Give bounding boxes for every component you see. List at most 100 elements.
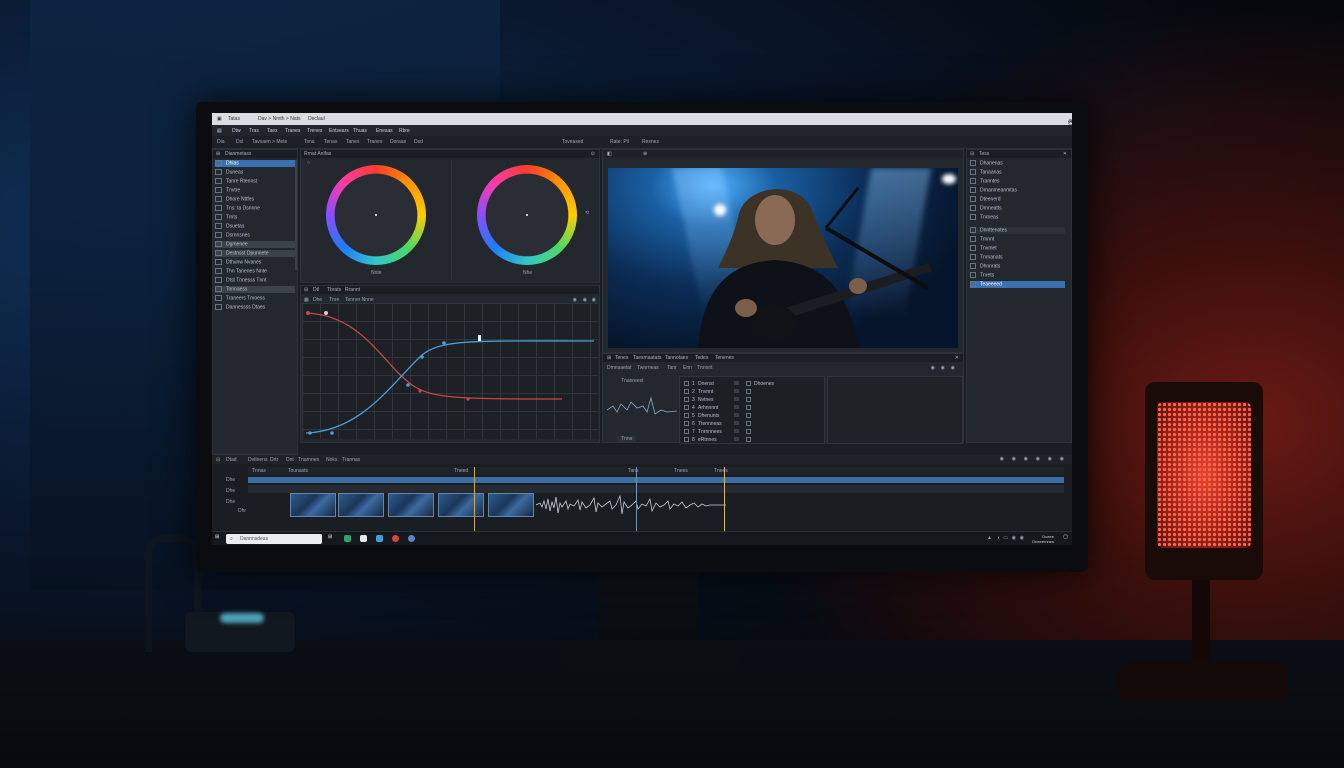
timeline-tab[interactable]: Dvtlnens	[248, 457, 267, 463]
timeline-tab[interactable]: Tnarnnes	[298, 457, 319, 463]
curve-point[interactable]	[306, 311, 310, 315]
scopes-icon[interactable]: ⊞	[607, 355, 611, 361]
scopes-tab[interactable]: Tedes	[695, 355, 708, 361]
scope-tool-icon[interactable]: ◉	[951, 365, 955, 371]
property-swatch[interactable]	[734, 413, 739, 417]
property-checkbox[interactable]	[684, 389, 689, 394]
media-pool-item[interactable]: Tns: ta Dsnnne	[215, 205, 295, 212]
toolbar-item[interactable]: Dsd	[414, 139, 423, 145]
property-swatch[interactable]	[734, 405, 739, 409]
video-clip[interactable]	[488, 493, 534, 517]
property-row[interactable]: 5 Dhenunts	[682, 412, 820, 419]
toolbar-item[interactable]: Doraas	[390, 139, 406, 145]
effects-item[interactable]: Dnnttenotes	[970, 227, 1065, 234]
wheel-picker-icon[interactable]: ⟲	[585, 210, 589, 216]
app-icon-red[interactable]	[392, 535, 399, 542]
scopes-option[interactable]: Dmnaaetat	[607, 365, 631, 371]
start-icon[interactable]: ⊞	[215, 534, 219, 540]
property-checkbox[interactable]	[684, 429, 689, 434]
property-swatch[interactable]	[734, 421, 739, 425]
property-row[interactable]: 2 Tnvnnt	[682, 388, 820, 395]
menu-item[interactable]: Trenes	[307, 128, 322, 134]
property-row[interactable]: 3 Nvtnes	[682, 396, 820, 403]
menu-item[interactable]: Enesas	[376, 128, 393, 134]
scopes-tab[interactable]: Tenes	[615, 355, 628, 361]
media-pool-item[interactable]: Tnvtre	[215, 187, 295, 194]
menu-item[interactable]: Tranes	[285, 128, 300, 134]
menu-item[interactable]: Dtw	[232, 128, 241, 134]
scopes-option[interactable]: Twnrneas	[637, 365, 659, 371]
property-row[interactable]: 8 eRtnnes	[682, 436, 820, 443]
timeline-tab[interactable]: Trannas	[342, 457, 360, 463]
scopes-option[interactable]: Enn	[683, 365, 692, 371]
scopes-option[interactable]: Tanr	[667, 365, 677, 371]
effects-item[interactable]: Tmnnt	[970, 236, 1065, 243]
curve-point[interactable]	[420, 355, 424, 359]
color-wheel-gain[interactable]	[477, 165, 577, 265]
timeline-tool-icon[interactable]: ◉	[1048, 456, 1052, 462]
video-clip[interactable]	[388, 493, 434, 517]
effects-item[interactable]: Drnneatts	[970, 205, 1065, 212]
audio-waveform[interactable]	[536, 493, 726, 517]
curves-tab[interactable]: Rrannt	[345, 287, 360, 293]
volume-icon[interactable]: ◗	[997, 535, 1000, 541]
scopes-option[interactable]: Tnnnnt	[697, 365, 713, 371]
timeline-tool-icon[interactable]: ◉	[1000, 456, 1004, 462]
curves-tab[interactable]: Dtl	[313, 287, 319, 293]
viewer-zoom-icon[interactable]: ⊕	[643, 151, 647, 157]
property-toggle-icon[interactable]	[746, 381, 751, 386]
color-wheel-lift[interactable]	[326, 165, 426, 265]
reset-icon[interactable]: ○	[307, 160, 310, 166]
collapse-icon[interactable]: ⊞	[216, 151, 220, 157]
effects-item[interactable]: Drnanmeanmtas	[970, 187, 1065, 194]
media-pool-item[interactable]: Dtst Tnnesss Tnnt	[215, 277, 295, 284]
property-checkbox[interactable]	[684, 413, 689, 418]
property-row[interactable]: 6 Ttennneas	[682, 420, 820, 427]
property-swatch[interactable]	[734, 381, 739, 385]
wheel-center-dot[interactable]	[375, 214, 377, 216]
video-track-bar[interactable]	[248, 477, 1064, 483]
media-pool-item[interactable]: Trnts	[215, 214, 295, 221]
property-toggle-icon[interactable]	[746, 413, 751, 418]
scopes-tab[interactable]: Tenenes	[715, 355, 734, 361]
effects-item[interactable]: Tanaanas	[970, 169, 1065, 176]
video-preview[interactable]	[608, 168, 958, 348]
property-row[interactable]: 7 Tnrnnnees	[682, 428, 820, 435]
track-label[interactable]: Dhe	[226, 477, 235, 483]
app-icon-files[interactable]	[360, 535, 367, 542]
blue-curve[interactable]	[305, 340, 595, 434]
toolbar-item[interactable]: Dxl	[236, 139, 243, 145]
media-pool-item[interactable]: Traneers Tmoess	[215, 295, 295, 302]
property-checkbox[interactable]	[684, 437, 689, 442]
timeline-tab[interactable]: Dnt	[286, 457, 294, 463]
media-pool-item[interactable]: Thn Tanenes Nnte	[215, 268, 295, 275]
network-icon[interactable]: ▲	[987, 535, 992, 541]
effects-item[interactable]: Tnrneas	[970, 214, 1065, 221]
media-pool-item[interactable]: Dsrnnsnes	[215, 232, 295, 239]
property-toggle-icon[interactable]	[746, 389, 751, 394]
property-checkbox[interactable]	[684, 397, 689, 402]
system-clock[interactable]: Dueee Dneeernnes	[1032, 534, 1054, 544]
scrollbar[interactable]	[295, 160, 297, 270]
media-pool-item[interactable]: Duneas	[215, 169, 295, 176]
effects-item[interactable]: Dhnnrats	[970, 263, 1065, 270]
effects-item[interactable]: Tnvmet	[970, 245, 1065, 252]
timeline-tab[interactable]: Noks	[326, 457, 337, 463]
menu-item[interactable]: Rbre	[399, 128, 410, 134]
video-clip[interactable]	[290, 493, 336, 517]
effects-item[interactable]: Tranntes	[970, 178, 1065, 185]
effects-item[interactable]: Tnrnanats	[970, 254, 1065, 261]
media-pool-item[interactable]: Tanre Rtennst	[215, 178, 295, 185]
scope-tool-icon[interactable]: ◉	[941, 365, 945, 371]
property-toggle-icon[interactable]	[746, 397, 751, 402]
track-label[interactable]: Dhr	[238, 508, 246, 514]
media-pool-item[interactable]: Dhlas	[215, 160, 295, 167]
toolbar-item[interactable]: Tsna	[304, 139, 315, 145]
notification-icon[interactable]: ▢	[1063, 534, 1068, 540]
menu-item[interactable]: Tras	[249, 128, 259, 134]
effects-item[interactable]: Dhanenas	[970, 160, 1065, 167]
property-row[interactable]: 1 Dnenst Dhoenes	[682, 380, 820, 387]
scopes-tab[interactable]: Tannotaes	[665, 355, 688, 361]
property-toggle-icon[interactable]	[746, 421, 751, 426]
curve-point[interactable]	[330, 431, 334, 435]
